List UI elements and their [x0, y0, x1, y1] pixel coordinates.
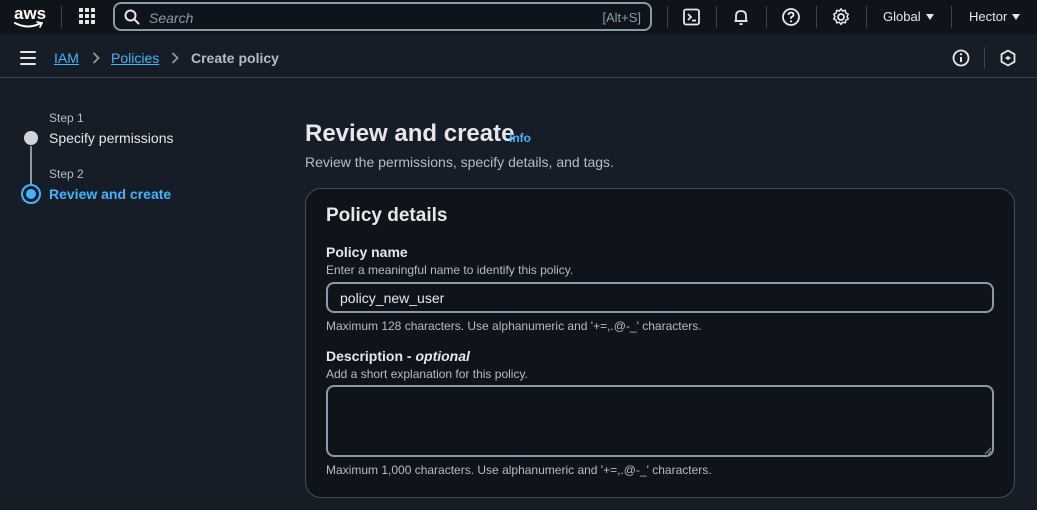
page-title: Review and create: [305, 120, 515, 147]
breadcrumb-iam[interactable]: IAM: [54, 50, 79, 66]
step-2-label: Step 2: [49, 167, 84, 181]
breadcrumb-current: Create policy: [191, 50, 279, 66]
divider: [667, 6, 668, 28]
policy-name-label: Policy name: [326, 244, 408, 260]
feedback-icon[interactable]: [999, 49, 1017, 67]
info-link[interactable]: Info: [509, 131, 531, 145]
divider: [61, 6, 62, 28]
description-textarea[interactable]: [326, 385, 994, 457]
divider: [866, 6, 867, 28]
step-connector: [30, 146, 32, 184]
bell-icon[interactable]: [731, 7, 751, 27]
breadcrumb-bar: IAM Policies Create policy: [0, 37, 1037, 78]
chevron-right-icon: [92, 52, 100, 64]
description-label: Description - optional: [326, 348, 470, 364]
search-placeholder: Search: [149, 10, 194, 26]
search-icon: [124, 9, 140, 25]
breadcrumb-policies[interactable]: Policies: [111, 50, 159, 66]
region-selector[interactable]: Global: [883, 9, 934, 24]
divider: [816, 6, 817, 28]
divider: [766, 6, 767, 28]
aws-logo[interactable]: aws: [12, 4, 48, 30]
top-navigation-bar: aws Search [Alt+S] Global Hector: [0, 0, 1037, 34]
menu-icon[interactable]: [20, 51, 36, 65]
description-constraint: Maximum 1,000 characters. Use alphanumer…: [326, 463, 712, 477]
search-bar[interactable]: Search [Alt+S]: [113, 2, 652, 31]
step-completed-icon: [24, 131, 38, 145]
step-1-label: Step 1: [49, 111, 84, 125]
policy-name-hint: Enter a meaningful name to identify this…: [326, 263, 574, 277]
info-icon[interactable]: [952, 49, 970, 67]
policy-name-input[interactable]: [326, 282, 994, 313]
cloudshell-icon[interactable]: [682, 7, 702, 27]
divider: [984, 47, 985, 69]
step-current-icon: [21, 184, 41, 204]
panel-title: Policy details: [326, 205, 448, 226]
description-label-text: Description -: [326, 348, 416, 364]
resize-handle-icon[interactable]: [984, 447, 992, 455]
chevron-right-icon: [171, 52, 179, 64]
services-grid-icon[interactable]: [79, 8, 96, 25]
divider: [716, 6, 717, 28]
caret-down-icon: [1012, 13, 1021, 20]
gear-icon[interactable]: [831, 7, 851, 27]
account-menu[interactable]: Hector: [969, 9, 1021, 24]
divider: [951, 6, 952, 28]
user-name: Hector: [969, 9, 1008, 24]
page-description: Review the permissions, specify details,…: [305, 154, 614, 170]
region-label: Global: [883, 9, 921, 24]
description-hint: Add a short explanation for this policy.: [326, 367, 528, 381]
caret-down-icon: [925, 13, 934, 20]
step-2-title: Review and create: [49, 186, 172, 202]
step-1-title[interactable]: Specify permissions: [49, 130, 174, 146]
search-shortcut: [Alt+S]: [602, 10, 641, 25]
aws-smile-icon: [14, 21, 44, 28]
policy-name-constraint: Maximum 128 characters. Use alphanumeric…: [326, 319, 702, 333]
help-icon[interactable]: [781, 7, 801, 27]
optional-tag: optional: [415, 348, 470, 364]
